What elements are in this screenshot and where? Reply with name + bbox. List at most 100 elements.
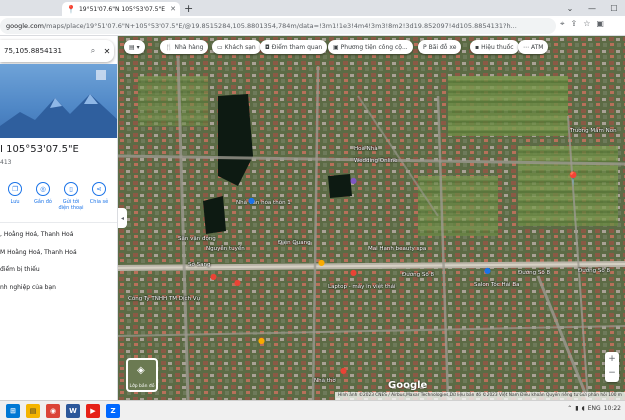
clock[interactable]: 10:22 bbox=[604, 405, 621, 412]
chip-attractions[interactable]: ◘ Điểm tham quan bbox=[260, 40, 328, 54]
chip-label: Phương tiện công cộ... bbox=[340, 43, 408, 51]
map-label[interactable]: Điện Quang bbox=[278, 240, 311, 246]
map-label[interactable]: Hoà Nhà bbox=[354, 146, 378, 152]
explorer-icon[interactable]: ▤ bbox=[26, 404, 40, 418]
place-subtitle: 413 bbox=[0, 159, 12, 166]
close-tab-icon[interactable]: ✕ bbox=[170, 5, 176, 13]
extensions-icon[interactable]: ▣ bbox=[596, 19, 604, 29]
zoom-controls[interactable]: + − bbox=[605, 352, 619, 382]
word-icon[interactable]: W bbox=[66, 404, 80, 418]
camera-icon: ◘ bbox=[265, 43, 270, 51]
chip-transit[interactable]: ▣ Phương tiện công cộ... bbox=[328, 40, 413, 54]
poi-pin-icon[interactable]: ● bbox=[350, 176, 357, 185]
map-label[interactable]: Trường Mầm Non bbox=[570, 128, 617, 134]
chevron-up-icon[interactable]: ⌃ bbox=[567, 405, 572, 412]
chip-atm[interactable]: ⋯ ATM bbox=[518, 40, 549, 54]
category-chips: ▤ ▾ 🍴 Nhà hàng ▭ Khách sạn ◘ Điểm tham quan … bbox=[118, 40, 625, 54]
hotel-icon: ▭ bbox=[217, 43, 223, 51]
send-to-phone-label: Gửi tới điện thoại bbox=[58, 199, 84, 211]
zoom-out-icon[interactable]: − bbox=[605, 366, 619, 380]
share-label: Chia sẻ bbox=[89, 199, 109, 205]
url-path: /maps/place/19°51'07.6"N+105°53'07.5"E/@… bbox=[43, 22, 517, 30]
chip-label: Khách sạn bbox=[224, 43, 256, 51]
chip-label: Hiệu thuốc bbox=[481, 43, 514, 51]
chip-parking[interactable]: P Bãi đỗ xe bbox=[418, 40, 462, 54]
layers-icon: ◈ bbox=[137, 365, 145, 376]
map-label[interactable]: Sân vận động bbox=[178, 236, 216, 242]
map-label[interactable]: Nhà Văn hóa thôn 1 bbox=[236, 200, 291, 206]
url-field[interactable]: google.com/maps/place/19°51'07.6"N+105°5… bbox=[0, 18, 556, 34]
system-tray: ⌃ ▮ ◖ ENG 10:22 bbox=[567, 405, 621, 412]
zalo-icon[interactable]: Z bbox=[106, 404, 120, 418]
new-tab-button[interactable]: + bbox=[184, 2, 193, 15]
location-pin-icon[interactable]: 📍 bbox=[565, 172, 581, 187]
close-icon[interactable]: ✕ bbox=[100, 47, 114, 56]
map-label[interactable]: Laptop - máy in việt thái bbox=[328, 284, 396, 290]
chip-restaurants[interactable]: 🍴 Nhà hàng bbox=[160, 40, 209, 54]
map-label[interactable]: Nhà thờ bbox=[314, 378, 336, 384]
star-icon[interactable]: ☆ bbox=[583, 19, 590, 29]
map-label[interactable]: Sở Sang bbox=[188, 262, 210, 268]
parking-icon: P bbox=[423, 43, 427, 51]
map-attribution[interactable]: Hình ảnh ©2023 CNES / Airbus,Maxar Techn… bbox=[335, 392, 625, 400]
tab-title: 19°51'07.6"N 105°53'07.5"E - Go bbox=[78, 5, 167, 13]
chevron-down-icon[interactable]: ⌄ bbox=[559, 0, 581, 16]
browser-tab[interactable]: 📍 19°51'07.6"N 105°53'07.5"E - Go ✕ bbox=[62, 2, 180, 16]
minimize-icon[interactable]: — bbox=[581, 0, 603, 16]
address-row[interactable]: , Hoằng Hoá, Thanh Hoá bbox=[0, 231, 73, 238]
location-icon[interactable]: ⌖ bbox=[560, 19, 565, 29]
map-label[interactable]: Công Ty TNHH TM Dịch Vụ bbox=[128, 296, 200, 302]
poi-pin-icon[interactable]: ● bbox=[340, 366, 347, 375]
search-box[interactable]: 75,105.8854131 ⌕ ✕ bbox=[0, 40, 114, 62]
nearby-icon: ◎ bbox=[36, 182, 50, 196]
nearby-label: Gần đó bbox=[34, 199, 52, 205]
poi-pin-icon[interactable]: ● bbox=[248, 196, 255, 205]
plus-code-row[interactable]: M Hoằng Hoá, Thanh Hoá bbox=[0, 249, 77, 256]
network-icon[interactable]: ▮ bbox=[575, 405, 578, 412]
street-view-thumbnail[interactable] bbox=[0, 64, 117, 138]
chip-hotels[interactable]: ▭ Khách sạn bbox=[212, 40, 261, 54]
chip-pharmacy[interactable]: ▪ Hiệu thuốc bbox=[470, 40, 519, 54]
maximize-icon[interactable]: ☐ bbox=[603, 0, 625, 16]
poi-pin-icon[interactable]: ● bbox=[210, 272, 217, 281]
map-label[interactable]: Nguyễn tuyển bbox=[206, 246, 245, 252]
share-page-icon[interactable]: ⇪ bbox=[571, 19, 578, 29]
satellite-map[interactable]: ▤ ▾ 🍴 Nhà hàng ▭ Khách sạn ◘ Điểm tham quan … bbox=[118, 36, 625, 400]
road-label: Đường Số 8 bbox=[402, 272, 434, 278]
send-to-phone-button[interactable]: ▯ Gửi tới điện thoại bbox=[58, 182, 84, 211]
save-button[interactable]: ❐ Lưu bbox=[2, 182, 28, 205]
volume-icon[interactable]: ◖ bbox=[582, 405, 585, 412]
share-button[interactable]: ⋖ Chia sẻ bbox=[86, 182, 112, 205]
map-label[interactable]: Salon Tóc Hải Ba bbox=[474, 282, 519, 288]
url-domain: google.com bbox=[6, 22, 44, 30]
zoom-in-icon[interactable]: + bbox=[605, 352, 619, 366]
save-label: Lưu bbox=[10, 199, 20, 205]
windows-icon[interactable]: ⊞ bbox=[6, 404, 20, 418]
poi-pin-icon[interactable]: ● bbox=[234, 278, 241, 287]
layers-button[interactable]: ◈ Lớp bản đồ bbox=[126, 358, 158, 392]
transit-icon: ▣ bbox=[333, 43, 339, 51]
poi-pin-icon[interactable]: ● bbox=[484, 266, 491, 275]
map-label[interactable]: Wedding Online bbox=[354, 158, 397, 164]
nearby-button[interactable]: ◎ Gần đó bbox=[30, 182, 56, 205]
map-label[interactable]: Mai Hạnh beauty spa bbox=[368, 246, 426, 252]
add-missing-place-row[interactable]: điểm bị thiếu bbox=[0, 266, 40, 273]
chip-tools[interactable]: ▤ ▾ bbox=[124, 40, 145, 54]
road-label: Đường Số 8 bbox=[518, 270, 550, 276]
road-label: Đường Số 8 bbox=[578, 268, 610, 274]
language-indicator[interactable]: ENG bbox=[588, 405, 601, 412]
atm-icon: ⋯ bbox=[523, 43, 529, 51]
search-input[interactable]: 75,105.8854131 bbox=[4, 47, 86, 55]
search-icon[interactable]: ⌕ bbox=[86, 46, 100, 56]
add-business-row[interactable]: nh nghiệp của bạn bbox=[0, 284, 56, 291]
collapse-panel-button[interactable]: ◂ bbox=[118, 208, 127, 228]
chip-label: ATM bbox=[531, 43, 544, 51]
poi-pin-icon[interactable]: ● bbox=[350, 268, 357, 277]
poi-pin-icon[interactable]: ● bbox=[258, 336, 265, 345]
poi-pin-icon[interactable]: ● bbox=[318, 258, 325, 267]
pharmacy-icon: ▪ bbox=[475, 43, 480, 51]
chrome-icon[interactable]: ◉ bbox=[46, 404, 60, 418]
action-buttons: ❐ Lưu ◎ Gần đó ▯ Gửi tới điện thoại ⋖ Ch… bbox=[0, 182, 117, 222]
youtube-icon[interactable]: ▶ bbox=[86, 404, 100, 418]
place-title: I 105°53'07.5"E bbox=[0, 144, 79, 155]
